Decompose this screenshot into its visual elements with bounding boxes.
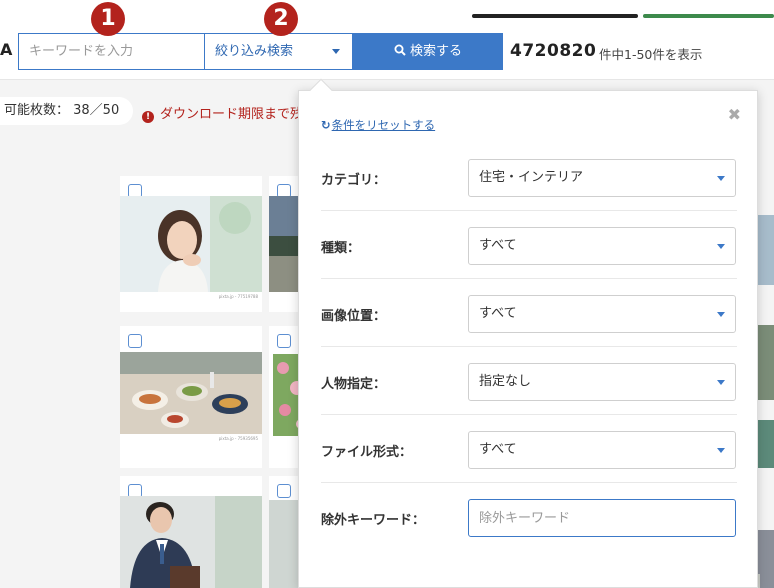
annotation-badge-2: 2 [264, 2, 298, 36]
filter-search-button[interactable]: 絞り込み検索 [204, 33, 353, 70]
panel-pointer [309, 78, 333, 102]
filter-row-position: 画像位置： すべて [321, 279, 737, 347]
keyword-input[interactable] [18, 33, 204, 70]
filter-row-type: 種類： すべて [321, 211, 737, 279]
category-select[interactable]: 住宅・インテリア [468, 159, 736, 197]
filter-label: 種類： [321, 241, 361, 256]
image-card[interactable] [120, 476, 262, 588]
result-range: 件中1-50件を表示 [599, 47, 703, 62]
logo-fragment[interactable]: A [0, 40, 12, 59]
alert-icon: ! [142, 111, 154, 123]
reset-label: 条件をリセットする [331, 118, 436, 132]
image-credit: pixta.jp - 75935695 [218, 436, 258, 441]
exclude-keyword-input[interactable] [468, 499, 736, 537]
image-thumbnail-edge[interactable] [758, 215, 774, 285]
file-format-select[interactable]: すべて [468, 431, 736, 469]
close-icon[interactable]: ✖ [728, 105, 741, 124]
filter-label: ファイル形式： [321, 445, 413, 460]
select-value: すべて [479, 238, 517, 253]
chevron-down-icon [332, 49, 340, 54]
filter-label: 画像位置： [321, 309, 387, 324]
chevron-down-icon [717, 448, 725, 453]
filter-label: カテゴリ： [321, 173, 387, 188]
chevron-down-icon [717, 380, 725, 385]
filter-search-label: 絞り込み検索 [215, 44, 294, 59]
select-value: すべて [479, 442, 517, 457]
select-value: 住宅・インテリア [479, 170, 584, 185]
download-count: 可能枚数： 38／50 [0, 97, 134, 125]
image-credit: pixta.jp - 77519788 [218, 294, 258, 299]
top-dark-bar [472, 14, 638, 18]
position-select[interactable]: すべて [468, 295, 736, 333]
filter-row-person: 人物指定： 指定なし [321, 347, 737, 415]
image-thumbnail-edge[interactable] [758, 530, 774, 588]
chevron-down-icon [717, 244, 725, 249]
filter-label: 人物指定： [321, 377, 387, 392]
select-value: 指定なし [479, 374, 532, 389]
image-thumbnail-edge[interactable] [758, 420, 774, 468]
search-icon [394, 34, 406, 71]
businessman-thumbnail[interactable] [120, 496, 262, 588]
food-table-thumbnail[interactable] [120, 352, 262, 434]
chevron-down-icon [717, 176, 725, 181]
filter-label: 除外キーワード： [321, 513, 426, 528]
select-checkbox[interactable] [128, 334, 142, 348]
search-button-label: 検索する [409, 44, 462, 59]
refresh-icon: ↻ [321, 118, 331, 132]
filter-row-file-format: ファイル形式： すべて [321, 415, 737, 483]
filter-row-category: カテゴリ： 住宅・インテリア [321, 143, 737, 211]
image-card[interactable]: pixta.jp - 75935695 [120, 326, 262, 468]
annotation-badge-1: 1 [91, 2, 125, 36]
filter-panel: ↻条件をリセットする ✖ カテゴリ： 住宅・インテリア 種類： すべて 画像位置… [298, 78, 758, 588]
select-checkbox[interactable] [277, 484, 291, 498]
woman-photo-thumbnail[interactable] [120, 196, 262, 292]
select-value: すべて [479, 306, 517, 321]
top-green-bar [643, 14, 774, 18]
reset-conditions-link[interactable]: ↻条件をリセットする [321, 117, 435, 133]
result-total: 4720820 [510, 41, 597, 61]
image-card[interactable]: pixta.jp - 77519788 [120, 176, 262, 312]
image-thumbnail-edge[interactable] [758, 325, 774, 400]
chevron-down-icon [717, 312, 725, 317]
download-warning-text: ダウンロード期限まで残 [160, 107, 304, 122]
search-button[interactable]: 検索する [353, 33, 503, 70]
select-checkbox[interactable] [277, 334, 291, 348]
filter-row-exclude: 除外キーワード： [321, 483, 737, 551]
person-select[interactable]: 指定なし [468, 363, 736, 401]
type-select[interactable]: すべて [468, 227, 736, 265]
download-warning[interactable]: ! ダウンロード期限まで残 [142, 103, 303, 123]
